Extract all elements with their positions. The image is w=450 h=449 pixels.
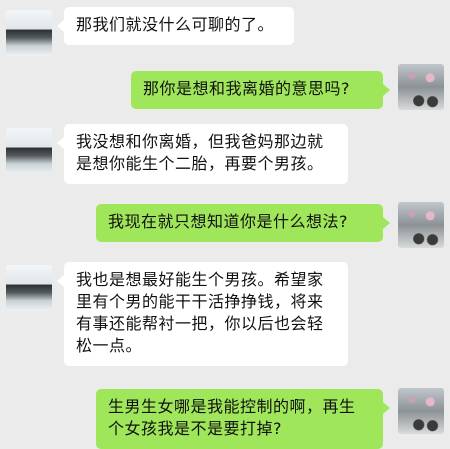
message-text: 生男生女哪是我能控制的啊，再生个女孩我是不是要打掉? xyxy=(108,397,356,438)
message-bubble-outgoing: 生男生女哪是我能控制的啊，再生个女孩我是不是要打掉? xyxy=(96,389,390,449)
user-avatar[interactable] xyxy=(398,388,444,434)
message-bubble-incoming: 那我们就没什么可聊的了。 xyxy=(57,7,294,45)
user-avatar[interactable] xyxy=(398,202,444,248)
message-text: 那你是想和我离婚的意思吗? xyxy=(143,79,350,98)
message-text: 我现在就只想知道你是什么想法? xyxy=(108,212,348,231)
user-avatar[interactable] xyxy=(398,64,444,110)
message-bubble-incoming: 我没想和你离婚，但我爸妈那边就是想你能生个二胎，再要个男孩。 xyxy=(57,124,348,184)
contact-avatar[interactable] xyxy=(6,10,52,56)
message-text: 那我们就没什么可聊的了。 xyxy=(76,15,275,34)
contact-avatar[interactable] xyxy=(6,128,52,174)
message-text: 我没想和你离婚，但我爸妈那边就是想你能生个二胎，再要个男孩。 xyxy=(76,132,324,173)
message-bubble-incoming: 我也是想最好能生个男孩。希望家里有个男的能干干活挣挣钱，将来有事还能帮衬一把，你… xyxy=(57,262,348,366)
message-bubble-outgoing: 我现在就只想知道你是什么想法? xyxy=(96,204,390,242)
contact-avatar[interactable] xyxy=(6,265,52,311)
message-text: 我也是想最好能生个男孩。希望家里有个男的能干干活挣挣钱，将来有事还能帮衬一把，你… xyxy=(76,270,324,355)
message-bubble-outgoing: 那你是想和我离婚的意思吗? xyxy=(131,71,390,109)
